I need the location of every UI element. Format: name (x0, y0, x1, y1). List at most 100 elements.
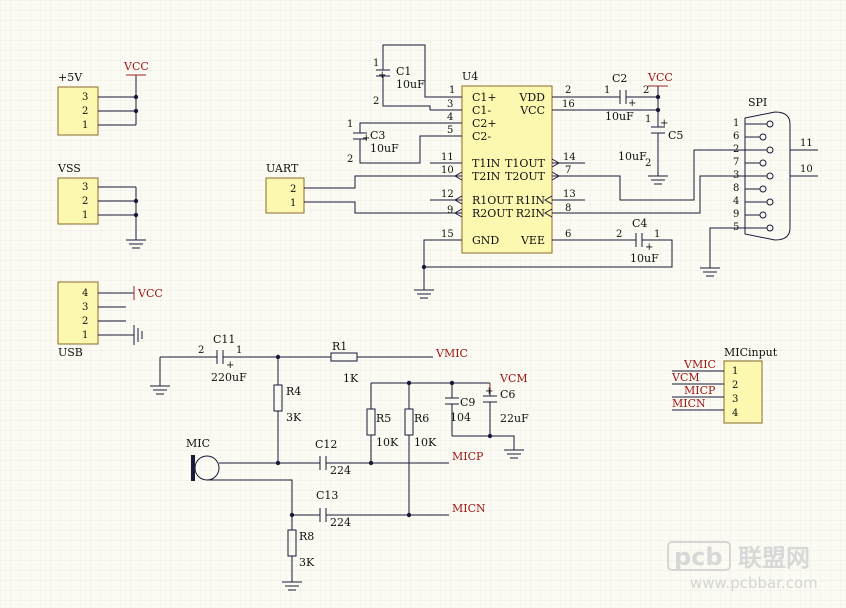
capacitor-ref: C3 (370, 129, 385, 142)
svg-text:+: + (485, 386, 493, 397)
capacitor-ref: C9 (460, 396, 475, 409)
pin-number: 11 (800, 138, 813, 149)
pin-number: 6 (733, 131, 739, 142)
connector-usb-body (57, 281, 99, 345)
resistor-ref: R5 (376, 412, 391, 425)
pin-number: 2 (733, 144, 739, 155)
resistor-ref: R4 (286, 385, 301, 398)
pin-number: 2 (347, 154, 353, 165)
capacitor-ref: C11 (213, 333, 235, 346)
pin-number: 1 (645, 114, 651, 125)
connector-uart-title: UART (266, 162, 299, 175)
pin-number: 2 (82, 196, 88, 207)
junction-dot (421, 264, 427, 270)
net-label-micp: MICP (684, 384, 716, 397)
capacitor-ref: C6 (500, 388, 515, 401)
pin-number: 8 (565, 203, 571, 214)
svg-text:+: + (378, 70, 386, 81)
capacitor-value: 104 (450, 411, 471, 424)
pin-number: 5 (447, 125, 453, 136)
watermark-cn: 联盟网 (738, 544, 810, 572)
watermark-url: www.pcbbar.com (690, 574, 818, 592)
grid-background (0, 0, 846, 608)
junction-dot (406, 380, 412, 386)
pin-number: 1 (732, 366, 738, 377)
resistor-value: 3K (299, 556, 315, 569)
pin-name: VCC (519, 104, 545, 117)
connector-vss-title: VSS (57, 162, 81, 175)
schematic-canvas: +5V 3 2 1 VCC VSS 3 2 1 4 3 2 1 USB VCC (0, 0, 846, 608)
pin-number: 7 (565, 165, 571, 176)
junction-dot (368, 460, 374, 466)
pin-name: GND (472, 234, 499, 247)
pin-name: R2OUT (472, 207, 514, 220)
vcc-net-label: VCC (123, 60, 149, 73)
resistor-value: 3K (286, 411, 302, 424)
capacitor-value: 224 (330, 464, 351, 477)
pin-name: C1- (472, 104, 491, 117)
pin-number: 14 (563, 152, 576, 163)
pin-number: 2 (82, 316, 88, 327)
net-label-vmic: VMIC (435, 347, 468, 360)
pin-number: 2 (290, 184, 296, 195)
resistor-value: 10K (414, 436, 437, 449)
connector-vss-body (57, 177, 99, 225)
pin-name: R1OUT (472, 194, 514, 207)
capacitor-value: 10uF (370, 142, 399, 155)
capacitor-value: 220uF (211, 371, 247, 384)
pin-number: 1 (82, 120, 88, 131)
pin-number: 3 (82, 302, 88, 313)
microphone-ref: MIC (186, 437, 210, 450)
pin-name: T2IN (472, 170, 501, 183)
pin-number: 1 (733, 118, 739, 129)
capacitor-value: 10uF (396, 78, 425, 91)
pin-number: 1 (82, 210, 88, 221)
junction-dot (133, 108, 139, 114)
capacitor-ref: C13 (316, 489, 338, 502)
pin-number: 3 (447, 99, 453, 110)
junction-dot (655, 94, 661, 100)
pin-number: 16 (562, 99, 575, 110)
net-label-micp: MICP (452, 450, 484, 463)
pin-number: 1 (236, 345, 242, 356)
resistor-ref: R6 (414, 412, 429, 425)
pin-number: 11 (441, 152, 454, 163)
pin-number: 7 (733, 157, 739, 168)
capacitor-value: 22uF (500, 412, 529, 425)
pin-number: 1 (654, 229, 660, 240)
net-label-micn: MICN (672, 397, 706, 410)
net-label-vmic: VMIC (683, 358, 716, 371)
pin-name: T1IN (472, 157, 501, 170)
pin-number: 1 (347, 119, 353, 130)
pin-number: 3 (82, 182, 88, 193)
pin-number: 13 (563, 189, 576, 200)
pin-number: 4 (82, 288, 88, 299)
pin-number: 10 (441, 165, 454, 176)
junction-dot (275, 460, 281, 466)
connector-5v-title: +5V (58, 71, 83, 84)
pin-number: 2 (643, 85, 649, 96)
capacitor-value: 10uF (605, 110, 634, 123)
vcc-net-label: VCC (647, 71, 673, 84)
pin-number: 1 (373, 58, 379, 69)
pin-number: 2 (616, 229, 622, 240)
net-label-vcm: VCM (671, 371, 700, 384)
pin-name: R2IN (516, 207, 546, 220)
capacitor-value: 224 (330, 516, 351, 529)
vcc-net-label: VCC (137, 287, 163, 300)
pin-number: 8 (733, 183, 739, 194)
pin-name: C1+ (472, 91, 497, 104)
pin-number: 3 (732, 394, 738, 405)
capacitor-ref: C2 (612, 72, 627, 85)
pin-number: 2 (198, 345, 204, 356)
watermark-logo: pcb (674, 543, 723, 571)
pin-number: 10 (800, 164, 813, 175)
junction-dot (406, 512, 412, 518)
pin-number: 12 (441, 189, 454, 200)
pin-name: VEE (520, 234, 545, 247)
watermark: pcb 联盟网 www.pcbbar.com (667, 541, 818, 592)
capacitor-ref: C5 (668, 129, 683, 142)
pin-number: 15 (441, 229, 454, 240)
pin-number: 4 (733, 196, 739, 207)
pin-number: 9 (733, 209, 739, 220)
